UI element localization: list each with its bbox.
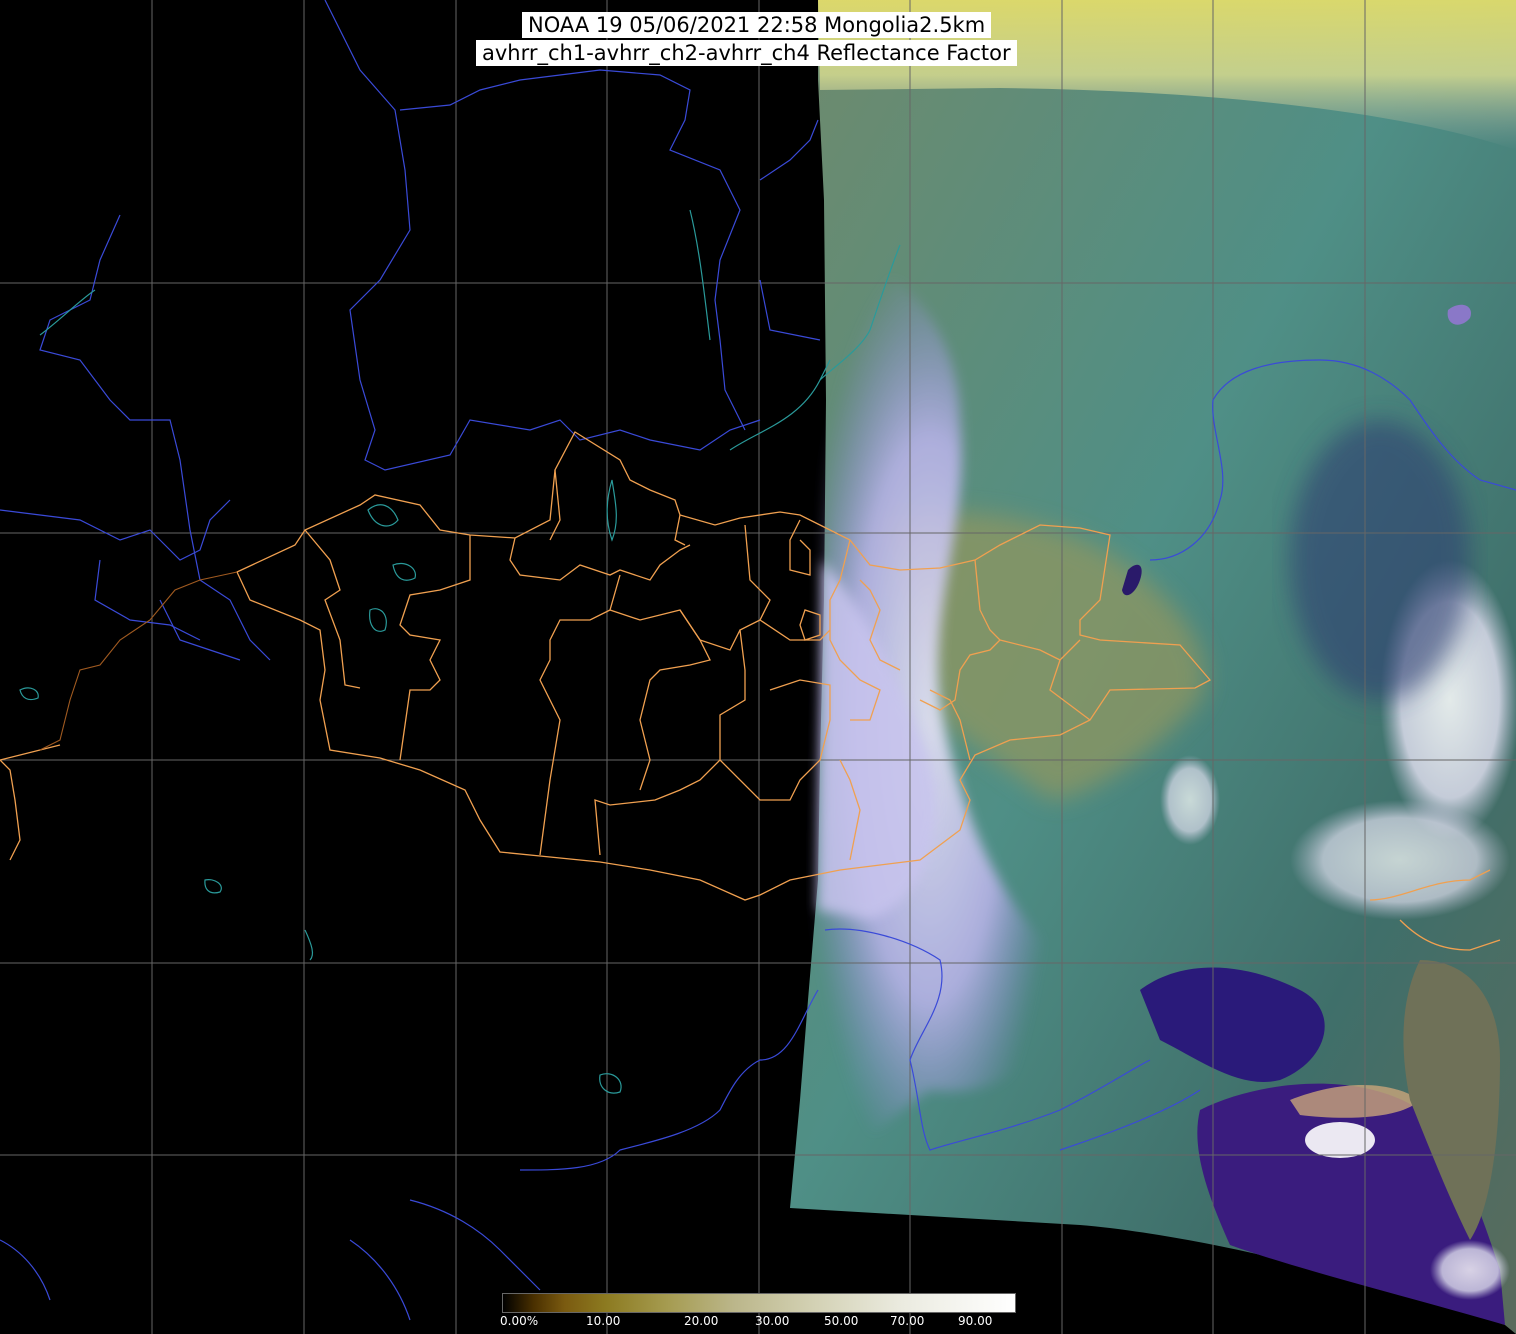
image-title: NOAA 19 05/06/2021 22:58 Mongolia2.5km: [522, 12, 992, 38]
country-border-west: [39, 571, 238, 751]
colorbar-label: 90.00: [958, 1314, 993, 1328]
colorbar-label: 0.00%: [500, 1314, 539, 1328]
colorbar-label: 50.00: [824, 1314, 859, 1328]
satellite-swath: [790, 0, 1516, 1334]
image-subtitle: avhrr_ch1-avhrr_ch2-avhrr_ch4 Reflectanc…: [476, 40, 1017, 66]
satellite-map: [0, 0, 1516, 1334]
colorbar-label: 20.00: [684, 1314, 719, 1328]
colorbar-label: 10.00: [586, 1314, 621, 1328]
colorbar-label: 70.00: [890, 1314, 925, 1328]
colorbar-labels: 0.00% 10.00 20.00 30.00 50.00 70.00 90.0…: [0, 1314, 1516, 1332]
colorbar-label: 30.00: [755, 1314, 790, 1328]
reflectance-colorbar: [502, 1293, 1016, 1313]
